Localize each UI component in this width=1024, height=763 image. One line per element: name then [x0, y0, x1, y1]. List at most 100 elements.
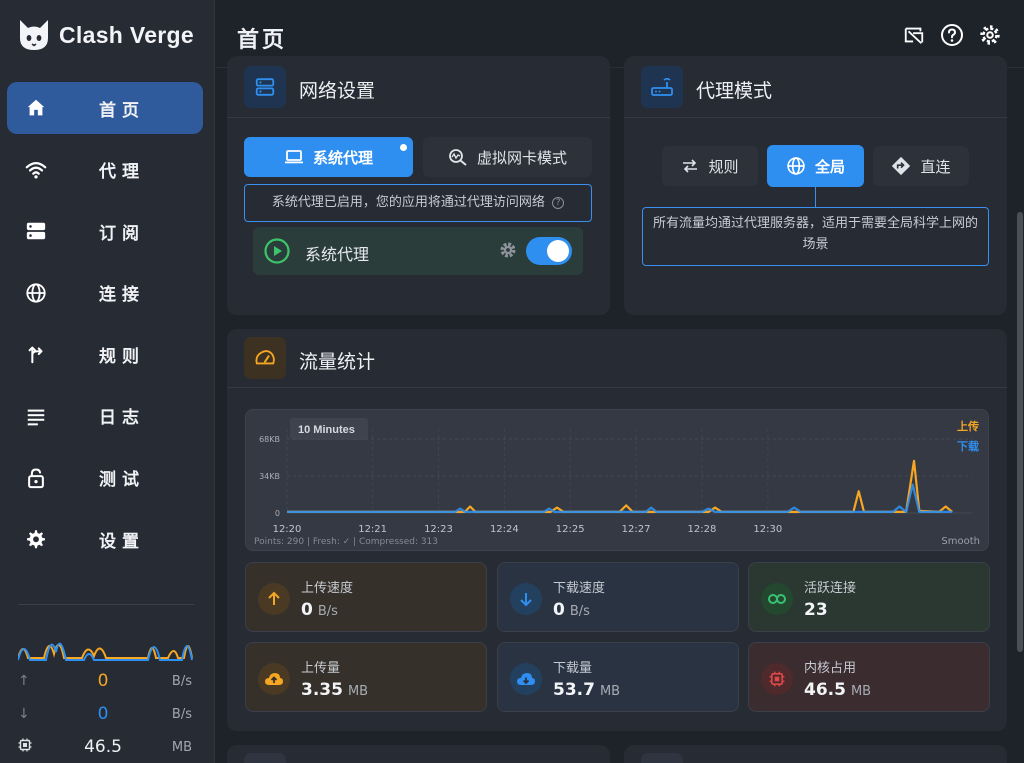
sidebar-item-label: 首页 [99, 100, 145, 121]
tun-mode-tab-label: 虚拟网卡模式 [476, 148, 567, 167]
x-tick-label: 12:20 [273, 524, 302, 535]
sidebar-item-subscription[interactable]: 订阅 [7, 205, 203, 257]
stat-value: 53.7 MB [553, 680, 621, 700]
sidebar-item-label: 日志 [99, 408, 145, 429]
info-text: 系统代理已启用，您的应用将通过代理访问网络 [271, 195, 545, 210]
link-icon [761, 583, 793, 615]
gear-icon[interactable] [498, 240, 518, 260]
stat-label: 上传速度 [301, 581, 354, 596]
card-title: 流量统计 [299, 351, 376, 373]
stat-label: 活跃连接 [804, 581, 857, 596]
stat-tile-active-connections: 活跃连接 23 [748, 562, 990, 632]
x-tick-label: 12:25 [556, 524, 585, 535]
gear-icon[interactable] [978, 23, 1002, 47]
legend-label: 下载 [957, 439, 979, 453]
sidebar-item-connections[interactable]: 连接 [7, 267, 203, 319]
upload-speed-value: 0 [97, 671, 109, 691]
x-tick-label: 12:30 [753, 524, 782, 535]
card-title: 代理模式 [696, 80, 773, 102]
download-speed-value: 0 [97, 704, 109, 724]
system-proxy-toggle-label: 系统代理 [305, 245, 370, 264]
arrow-up-icon [258, 583, 290, 615]
mode-global-label: 全局 [814, 157, 845, 176]
download-series-line [287, 483, 953, 513]
help-circle-icon[interactable]: ? [552, 196, 565, 209]
system-proxy-switch[interactable] [526, 237, 572, 265]
sidebar-memory-stat: 46.5 MB [18, 737, 194, 757]
speedometer-icon [244, 337, 286, 379]
home-icon [24, 96, 48, 120]
traffic-chart: 10 Minutes 68KB 34KB 0 12:20 12:21 12:23 12:24 1… [245, 409, 989, 551]
stat-tile-upload-total: 上传量 3.35 MB [245, 642, 487, 712]
sidebar-item-proxy[interactable]: 代理 [7, 144, 203, 196]
stat-value: 46.5 MB [804, 680, 872, 700]
mini-chart-upload-line [18, 644, 193, 659]
play-circle-icon [264, 238, 290, 264]
sidebar-item-test[interactable]: 测试 [7, 452, 203, 504]
mode-rule-label: 规则 [708, 157, 739, 176]
legend-label: 上传 [957, 419, 979, 433]
y-tick-label: 34KB [259, 472, 280, 481]
layout-toggle-icon[interactable] [902, 23, 926, 47]
mode-global-button[interactable]: 全局 [767, 145, 864, 187]
x-tick-label: 12:24 [490, 524, 519, 535]
stat-value: 23 [804, 600, 828, 620]
proxy-mode-info: 所有流量均通过代理服务器，适用于需要全局科学上网的场景 [642, 207, 989, 266]
bottom-card-left [227, 745, 610, 763]
sidebar-item-home[interactable]: 首页 [7, 82, 203, 134]
router-icon [641, 66, 683, 108]
stat-tile-download-speed: 下载速度 0 B/s [497, 562, 739, 632]
help-icon[interactable] [940, 23, 964, 47]
mode-direct-label: 直连 [920, 157, 951, 176]
bottom-card-right [624, 745, 1007, 763]
card-header: 代理模式 [624, 56, 1007, 118]
sidebar-item-logs[interactable]: 日志 [7, 390, 203, 442]
mini-traffic-chart [18, 642, 193, 661]
fork-icon [24, 342, 48, 366]
y-tick-label: 68KB [259, 435, 280, 444]
stat-value: 0 B/s [553, 600, 590, 620]
upload-series-line [287, 459, 953, 513]
page-title: 首页 [237, 28, 288, 53]
sidebar-item-label: 订阅 [99, 223, 145, 244]
system-proxy-info: 系统代理已启用，您的应用将通过代理访问网络 ? [244, 184, 592, 222]
stat-value: 0 B/s [301, 600, 338, 620]
stat-value: 3.35 MB [301, 680, 369, 700]
sidebar-download-stat: ↓ 0 B/s [18, 704, 194, 724]
cloud-upload-icon [258, 663, 290, 695]
sidebar-item-label: 代理 [99, 162, 145, 183]
sidebar-nav: 首页 代理 订阅 连接 规则 日志 测试 设置 [7, 82, 203, 575]
system-proxy-toggle-row: 系统代理 [253, 227, 583, 275]
server-icon [24, 219, 48, 243]
x-tick-label: 12:28 [688, 524, 717, 535]
globe-icon [24, 281, 48, 305]
stat-tile-download-total: 下载量 53.7 MB [497, 642, 739, 712]
mode-rule-button[interactable]: 规则 [662, 146, 758, 186]
globe-icon [787, 157, 805, 175]
traffic-stats-card: 流量统计 10 Minutes 68KB 34KB 0 12:20 12:21 12:23 1… [227, 329, 1007, 731]
wifi-icon [24, 158, 48, 182]
tun-mode-tab[interactable]: 虚拟网卡模式 [423, 137, 592, 177]
stat-label: 下载速度 [553, 581, 606, 596]
cloud-download-icon [510, 663, 542, 695]
card-icon-placeholder [244, 753, 286, 763]
active-dot [400, 144, 407, 151]
laptop-icon [284, 150, 303, 164]
gear-icon [24, 527, 48, 551]
sidebar: Clash Verge 首页 代理 订阅 连接 规则 日志 测试 设置 ↑ 0 … [0, 0, 215, 763]
mode-connector [815, 187, 816, 207]
sidebar-item-label: 连接 [99, 285, 145, 306]
cat-logo-icon [20, 20, 48, 50]
system-proxy-tab[interactable]: 系统代理 [244, 137, 413, 177]
main-scrollbar[interactable] [1017, 212, 1023, 652]
system-proxy-tab-label: 系统代理 [312, 148, 373, 167]
download-speed-unit: B/s [171, 706, 192, 722]
y-tick-label: 0 [275, 509, 280, 518]
sidebar-item-rules[interactable]: 规则 [7, 328, 203, 380]
card-header: 流量统计 [227, 329, 1007, 388]
sidebar-item-label: 设置 [99, 531, 145, 552]
mode-direct-button[interactable]: 直连 [873, 146, 969, 186]
sidebar-item-settings[interactable]: 设置 [7, 513, 203, 565]
card-title: 网络设置 [299, 80, 376, 102]
switch-knob [547, 240, 569, 262]
